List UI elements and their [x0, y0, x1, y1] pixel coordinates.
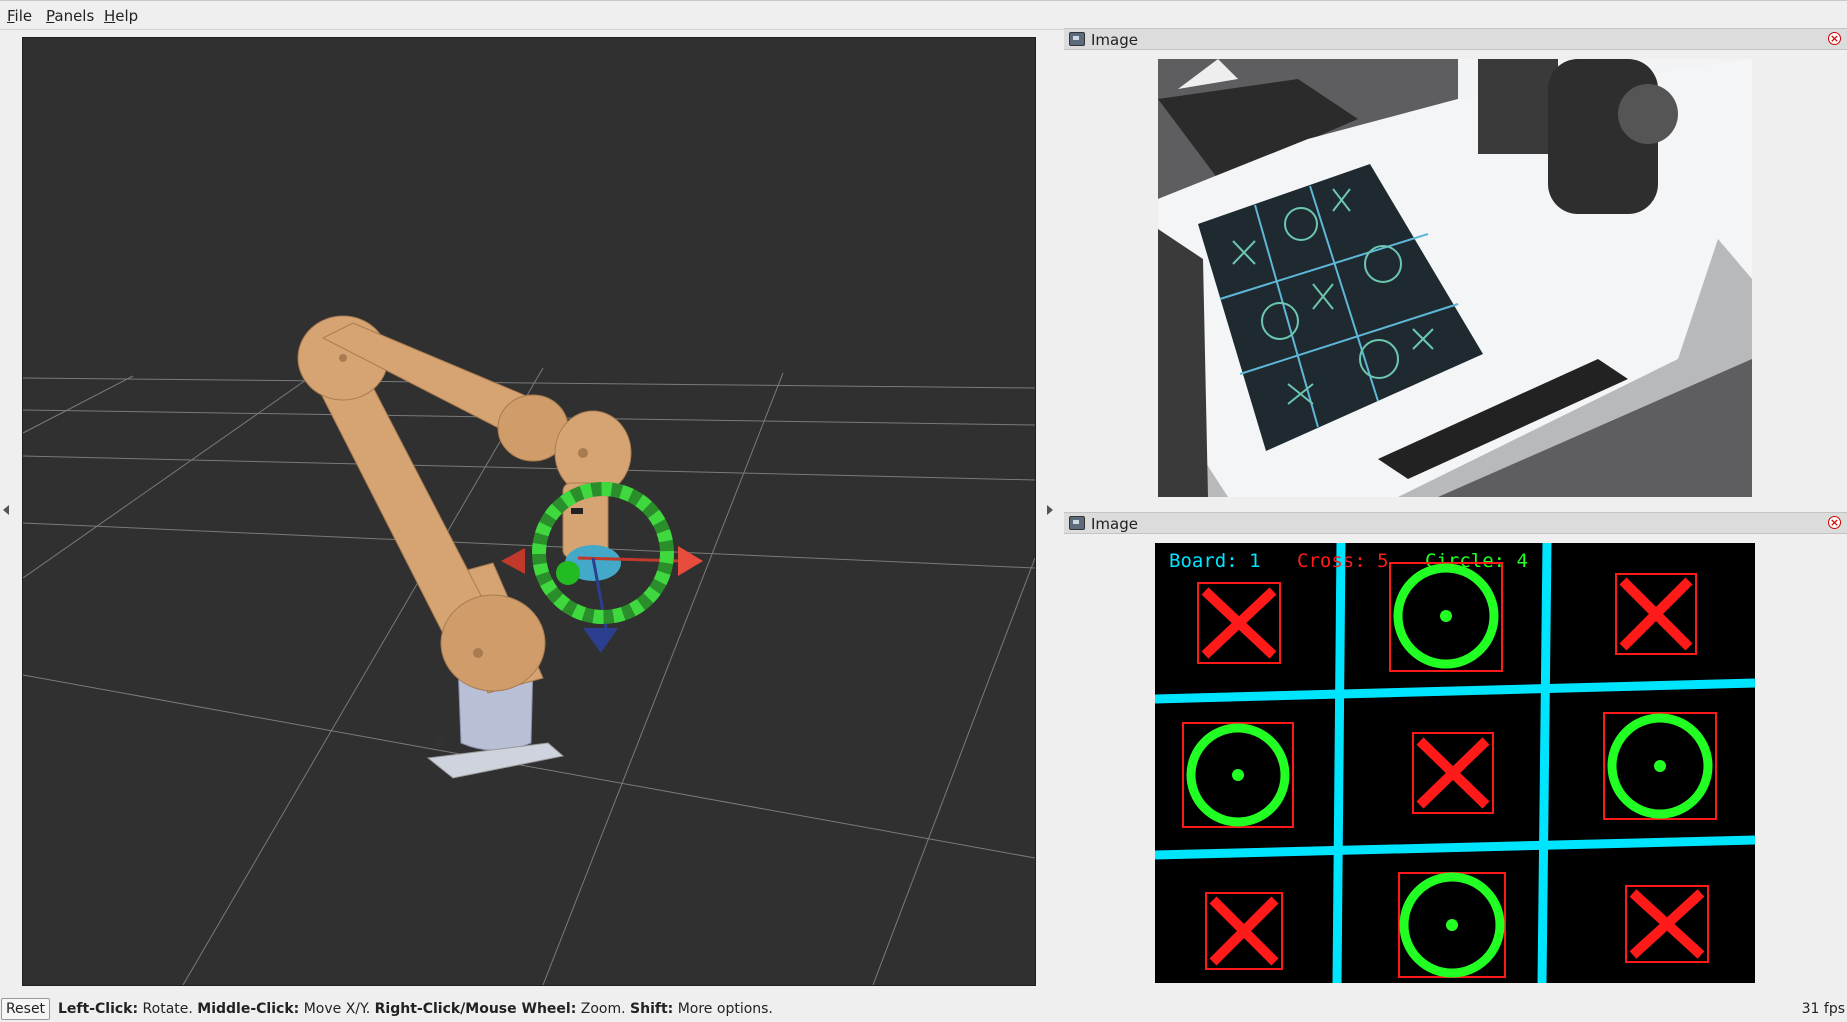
hint-key-middle-click: Middle-Click:: [197, 1001, 300, 1017]
menu-panels[interactable]: Panels: [46, 7, 94, 25]
status-bar: Reset Left-Click: Rotate. Middle-Click: …: [0, 995, 1847, 1022]
menu-help[interactable]: Help: [104, 7, 138, 25]
menu-panels-label: anels: [54, 7, 95, 25]
camera-image: [1158, 59, 1752, 497]
hint-key-shift: Shift:: [630, 1001, 674, 1017]
collapse-left-arrow-icon[interactable]: [3, 505, 9, 515]
menu-file-accel: F: [7, 7, 15, 25]
hint-key-left-click: Left-Click:: [58, 1001, 139, 1017]
menu-file[interactable]: File: [7, 7, 32, 25]
3d-viewport[interactable]: [22, 37, 1036, 986]
fps-counter: 31 fps: [1801, 1001, 1845, 1017]
close-icon[interactable]: ×: [1828, 32, 1841, 45]
image-panel-2-header: Image ×: [1064, 512, 1847, 534]
camera-image-content: [1158, 59, 1752, 497]
hint-key-right-click: Right-Click/Mouse Wheel:: [374, 1001, 577, 1017]
hint-text-left-click: Rotate.: [138, 1001, 198, 1017]
image-panel-1-title: Image: [1091, 31, 1138, 49]
hint-text-right-click: Zoom.: [576, 1001, 631, 1017]
reset-button[interactable]: Reset: [1, 998, 50, 1020]
image-panel-1: [1064, 50, 1847, 508]
menu-help-accel: H: [104, 7, 116, 25]
hint-text-shift: More options.: [673, 1001, 773, 1017]
image-icon: [1069, 516, 1085, 530]
hint-text-middle-click: Move X/Y.: [299, 1001, 375, 1017]
image-panel-1-header: Image ×: [1064, 28, 1847, 50]
board-count-label: Board: 1: [1169, 550, 1261, 572]
detection-image: Board: 1 Cross: 5 Circle: 4: [1155, 543, 1755, 983]
image-icon: [1069, 32, 1085, 46]
collapse-right-arrow-icon[interactable]: [1047, 505, 1053, 515]
menu-bar: File Panels Help: [0, 0, 1847, 30]
close-icon[interactable]: ×: [1828, 516, 1841, 529]
menu-help-label: elp: [115, 7, 139, 25]
cross-count-label: Cross: 5: [1297, 550, 1389, 572]
menu-file-label: ile: [14, 7, 33, 25]
detection-overlay: Board: 1 Cross: 5 Circle: 4: [1155, 543, 1755, 983]
robot-scene: [23, 315, 1035, 985]
robot-arm: [297, 315, 632, 779]
image-panel-2-title: Image: [1091, 515, 1138, 533]
image-panel-2: Board: 1 Cross: 5 Circle: 4: [1064, 534, 1847, 985]
navigation-hint: Left-Click: Rotate. Middle-Click: Move X…: [58, 1001, 773, 1017]
